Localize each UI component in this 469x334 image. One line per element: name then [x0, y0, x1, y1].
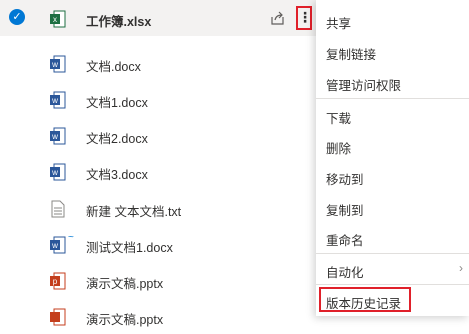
menu-item-delete[interactable]: 删除	[316, 130, 469, 161]
file-name[interactable]: 新建 文本文档.txt	[86, 201, 181, 220]
word-file-icon: w	[50, 163, 66, 181]
more-actions-button[interactable]: ⋮	[296, 6, 312, 30]
menu-item-label: 重命名	[326, 234, 364, 248]
word-file-icon: w	[50, 127, 66, 145]
file-name[interactable]: 文档3.docx	[86, 164, 148, 183]
excel-file-icon: x	[50, 10, 66, 28]
menu-item-label: 复制到	[326, 204, 364, 218]
svg-text:w: w	[51, 60, 58, 69]
menu-item-label: 自动化	[326, 266, 364, 280]
context-menu: 共享 复制链接 管理访问权限 下载 删除 移动到 复制到 重命名 自动化 › 版…	[316, 0, 469, 316]
menu-item-move-to[interactable]: 移动到	[316, 161, 469, 192]
menu-item-automate[interactable]: 自动化 ›	[316, 254, 469, 285]
file-name[interactable]: 文档1.docx	[86, 92, 148, 111]
menu-item-copy-link[interactable]: 复制链接	[316, 36, 469, 67]
menu-divider	[316, 98, 469, 99]
file-name[interactable]: 演示文稿.pptx	[86, 273, 163, 292]
svg-text:x: x	[53, 15, 57, 24]
word-file-icon: w	[50, 55, 66, 73]
powerpoint-file-icon: p	[50, 272, 66, 290]
powerpoint-file-icon	[50, 308, 66, 326]
word-file-icon: w	[50, 236, 66, 254]
svg-text:w: w	[51, 96, 58, 105]
menu-item-label: 下载	[326, 112, 352, 126]
menu-item-label: 管理访问权限	[326, 79, 402, 93]
file-name[interactable]: 文档.docx	[86, 56, 141, 75]
file-name[interactable]: 文档2.docx	[86, 128, 148, 147]
text-file-icon	[51, 200, 65, 218]
svg-text:p: p	[53, 277, 58, 286]
new-file-marker-icon: ~	[68, 232, 74, 243]
chevron-right-icon: ›	[459, 261, 463, 275]
word-file-icon: w	[50, 91, 66, 109]
menu-item-rename[interactable]: 重命名	[316, 222, 469, 253]
menu-item-label: 共享	[326, 17, 352, 31]
version-history-highlight	[319, 287, 411, 312]
file-name[interactable]: 测试文档1.docx	[86, 237, 173, 256]
menu-item-download[interactable]: 下载	[316, 100, 469, 131]
menu-item-share[interactable]: 共享	[316, 5, 469, 36]
svg-text:w: w	[51, 168, 58, 177]
svg-text:w: w	[51, 132, 58, 141]
menu-item-manage-access[interactable]: 管理访问权限	[316, 67, 469, 98]
menu-item-label: 删除	[326, 142, 352, 156]
menu-item-label: 复制链接	[326, 48, 377, 62]
share-icon[interactable]	[271, 11, 285, 25]
menu-item-copy-to[interactable]: 复制到	[316, 192, 469, 223]
menu-item-label: 移动到	[326, 173, 364, 187]
file-name[interactable]: 工作簿.xlsx	[86, 11, 151, 30]
svg-text:w: w	[51, 241, 58, 250]
selected-check-icon[interactable]: ✓	[9, 9, 25, 25]
file-name[interactable]: 演示文稿.pptx	[86, 309, 163, 328]
